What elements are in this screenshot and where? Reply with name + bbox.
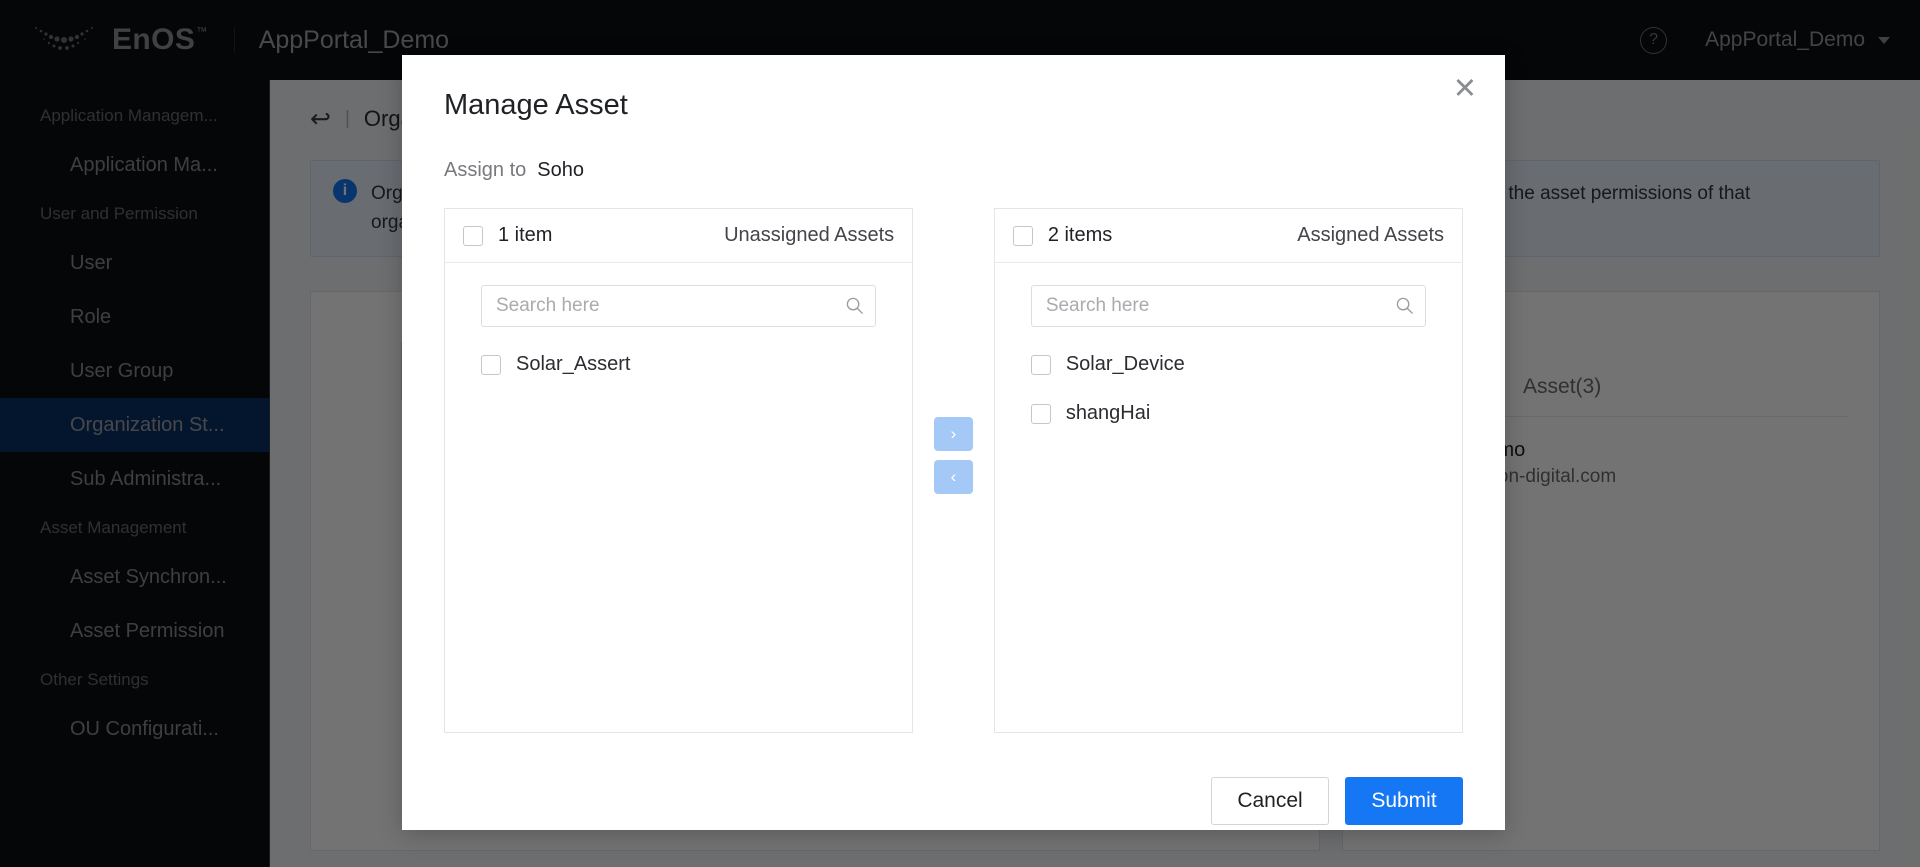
assigned-panel-title: Assigned Assets: [1297, 224, 1444, 247]
move-left-button[interactable]: ‹: [934, 460, 973, 494]
unassigned-assets-panel: 1 item Unassigned Assets Solar_Ass: [444, 208, 913, 733]
assigned-assets-panel: 2 items Assigned Assets Solar_Devi: [994, 208, 1463, 733]
assigned-item-label: Solar_Device: [1066, 353, 1185, 376]
assign-to-value: Soho: [537, 159, 584, 182]
transfer-controls: › ‹: [913, 208, 994, 494]
assign-to-label: Assign to: [444, 159, 526, 182]
close-icon[interactable]: ✕: [1453, 75, 1477, 104]
unassigned-item-checkbox[interactable]: [481, 355, 501, 375]
unassigned-item-label: Solar_Assert: [516, 353, 631, 376]
cancel-button[interactable]: Cancel: [1211, 777, 1329, 825]
unassigned-panel-title: Unassigned Assets: [724, 224, 894, 247]
select-all-assigned-checkbox[interactable]: [1013, 226, 1033, 246]
unassigned-count-label: 1 item: [498, 224, 552, 247]
unassigned-search-wrap: [481, 285, 876, 327]
submit-button[interactable]: Submit: [1345, 777, 1463, 825]
assigned-panel-header: 2 items Assigned Assets: [995, 209, 1462, 263]
list-item[interactable]: Solar_Device: [1031, 353, 1426, 376]
assigned-search-input[interactable]: [1031, 285, 1426, 327]
assigned-panel-header-left: 2 items: [1013, 224, 1112, 247]
unassigned-panel-body: Solar_Assert: [445, 263, 912, 732]
select-all-unassigned-checkbox[interactable]: [463, 226, 483, 246]
assigned-panel-body: Solar_Device shangHai: [995, 263, 1462, 732]
dialog-footer: Cancel Submit: [444, 777, 1463, 825]
unassigned-panel-header-left: 1 item: [463, 224, 552, 247]
assigned-item-label: shangHai: [1066, 402, 1151, 425]
asset-transfer: 1 item Unassigned Assets Solar_Ass: [444, 208, 1463, 733]
assigned-item-checkbox[interactable]: [1031, 404, 1051, 424]
list-item[interactable]: Solar_Assert: [481, 353, 876, 376]
unassigned-search-input[interactable]: [481, 285, 876, 327]
assigned-search-wrap: [1031, 285, 1426, 327]
assigned-count-label: 2 items: [1048, 224, 1112, 247]
move-right-button[interactable]: ›: [934, 417, 973, 451]
unassigned-panel-header: 1 item Unassigned Assets: [445, 209, 912, 263]
app-root: EnOS™ AppPortal_Demo ? AppPortal_Demo Ap…: [0, 0, 1920, 867]
dialog-title: Manage Asset: [444, 89, 1463, 122]
manage-asset-dialog: ✕ Manage Asset Assign to Soho 1 item Una…: [402, 55, 1505, 830]
assigned-item-checkbox[interactable]: [1031, 355, 1051, 375]
list-item[interactable]: shangHai: [1031, 402, 1426, 425]
assign-to-row: Assign to Soho: [444, 159, 1463, 182]
